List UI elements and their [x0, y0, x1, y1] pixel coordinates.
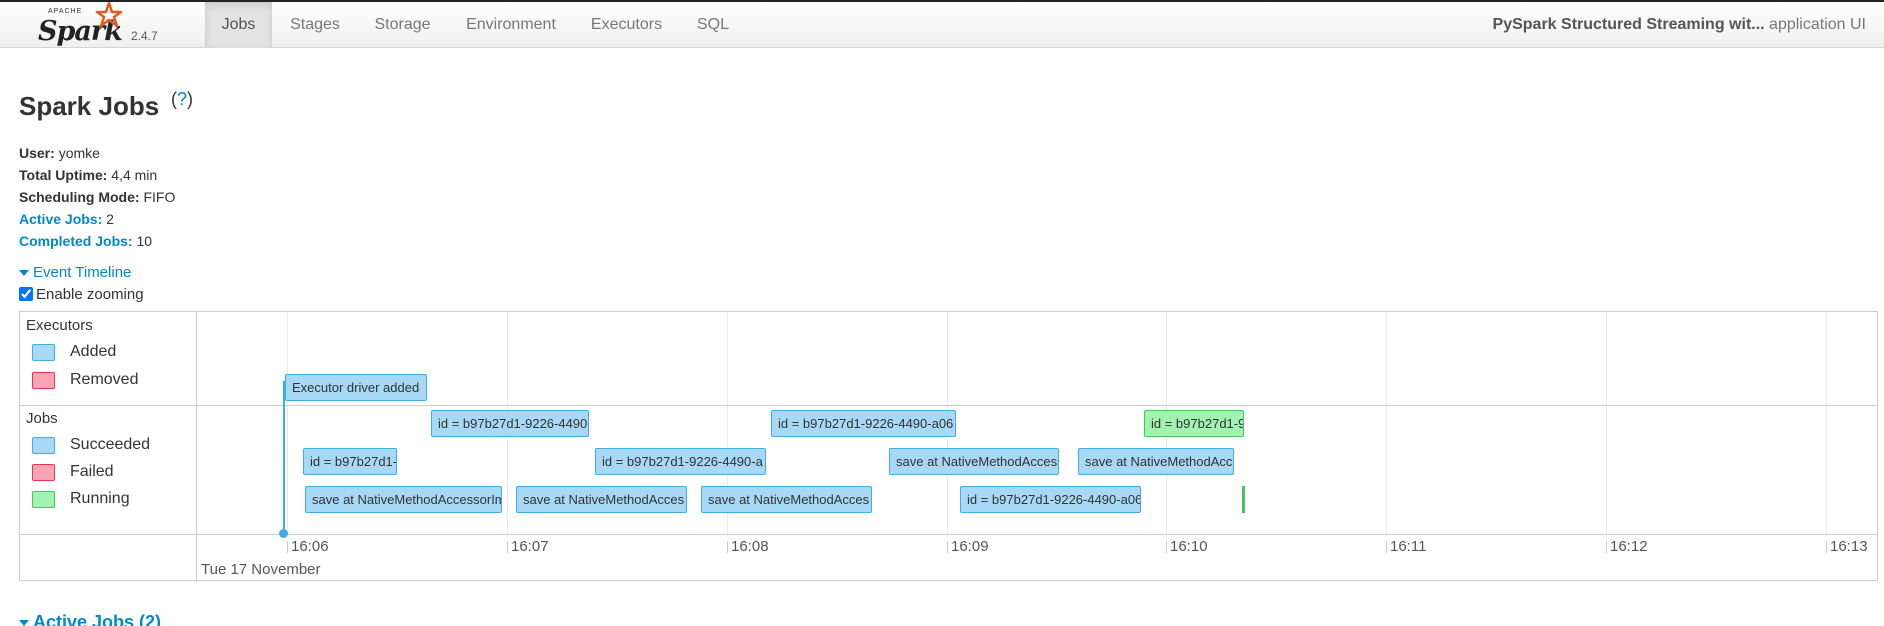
axis-tick [1386, 541, 1387, 553]
job-bar[interactable]: id = b97b27d1-9226-4490 [431, 410, 589, 437]
tab-environment[interactable]: Environment [447, 2, 575, 48]
failed-swatch [32, 464, 55, 481]
legend-added-label: Added [70, 343, 117, 360]
tab-storage[interactable]: Storage [358, 2, 447, 48]
legend-succeeded-label: Succeeded [70, 436, 151, 453]
spark-star-icon [96, 2, 122, 28]
job-bar[interactable]: id = b97b27d1-9226-4490-a06 [771, 410, 956, 437]
tab-jobs[interactable]: Jobs [205, 2, 272, 48]
axis-tick [947, 541, 948, 553]
user-label: User: [19, 145, 55, 161]
axis-tick [1606, 541, 1607, 553]
axis-label: 16:11 [1390, 538, 1427, 555]
app-name-bold: PySpark Structured Streaming wit... [1492, 16, 1765, 33]
event-timeline-label: Event Timeline [33, 264, 132, 281]
grid-line [287, 312, 288, 535]
axis-label: 16:08 [731, 538, 769, 555]
user-value: yomke [58, 145, 100, 161]
completed-jobs-link[interactable]: Completed Jobs: [19, 233, 133, 249]
added-swatch [32, 344, 55, 361]
active-jobs-heading[interactable]: Active Jobs (2) [19, 612, 161, 626]
scheduling-mode-value: FIFO [143, 189, 176, 205]
axis-label: 16:10 [1170, 538, 1208, 555]
completed-jobs-count: 10 [136, 233, 153, 249]
event-timeline[interactable]: Executors Added Removed Jobs Succeeded F… [19, 311, 1878, 582]
job-bar[interactable]: save at NativeMethodAccess [889, 448, 1059, 475]
axis-tick [727, 541, 728, 553]
job-bar[interactable]: id = b97b27d1-9226-4490-a06 [960, 486, 1141, 513]
group-divider [20, 405, 1877, 406]
axis-label: 16:07 [511, 538, 549, 555]
legend-removed-label: Removed [70, 371, 139, 388]
axis-date: Tue 17 November [201, 561, 321, 578]
event-timeline-toggle[interactable]: Event Timeline [19, 264, 131, 281]
axis-label: 16:06 [291, 538, 329, 555]
axis-tick [1826, 541, 1827, 553]
succeeded-swatch [32, 437, 55, 454]
job-bar[interactable]: save at NativeMethodAccessorIm [305, 486, 502, 513]
removed-swatch [32, 372, 55, 389]
grid-line [1826, 312, 1827, 535]
enable-zooming[interactable]: Enable zooming [19, 286, 144, 303]
axis-label: 16:13 [1830, 538, 1868, 555]
axis-divider [20, 534, 1877, 535]
page-title: Spark Jobs [19, 91, 160, 121]
axis-tick [287, 541, 288, 553]
enable-zooming-checkbox[interactable] [19, 287, 33, 301]
active-jobs-link[interactable]: Active Jobs: [19, 211, 102, 227]
caret-down-icon [19, 620, 29, 626]
spark-logo[interactable]: APACHE Spark 2.4.7 [38, 2, 168, 47]
application-name: PySpark Structured Streaming wit... appl… [1493, 2, 1866, 48]
help-icon[interactable]: ? [177, 89, 187, 109]
running-swatch [32, 491, 55, 508]
axis-tick [1166, 541, 1167, 553]
spark-version: 2.4.7 [131, 29, 158, 43]
job-bar[interactable]: save at NativeMethodAcces [516, 486, 687, 513]
axis-label: 16:12 [1610, 538, 1648, 555]
help-link[interactable]: (?) [171, 89, 193, 110]
executor-driver-added-event[interactable]: Executor driver added [285, 374, 427, 401]
app-name-suffix: application UI [1764, 16, 1866, 33]
legend-failed-label: Failed [70, 463, 114, 480]
job-bar[interactable]: id = b97b27d1-9226-4490-a [595, 448, 766, 475]
job-summary: User: yomke Total Uptime: 4,4 min Schedu… [19, 142, 175, 252]
job-bar-running-indicator[interactable] [1242, 486, 1245, 513]
active-jobs-heading-label: Active Jobs (2) [33, 612, 162, 626]
scheduling-mode-label: Scheduling Mode: [19, 189, 140, 205]
caret-down-icon [19, 270, 29, 277]
job-bar-running[interactable]: id = b97b27d1-9 [1144, 410, 1244, 437]
active-jobs-count: 2 [106, 211, 114, 227]
uptime-value: 4,4 min [111, 167, 158, 183]
job-bar[interactable]: save at NativeMethodAcces [701, 486, 872, 513]
executor-added-marker [283, 381, 285, 534]
uptime-label: Total Uptime: [19, 167, 108, 183]
tab-sql[interactable]: SQL [678, 2, 748, 48]
executor-added-dot [279, 529, 288, 538]
brand-apache: APACHE [48, 8, 83, 15]
label-divider [196, 312, 197, 582]
tab-stages[interactable]: Stages [272, 2, 358, 48]
job-bar[interactable]: id = b97b27d1- [303, 448, 397, 475]
axis-tick [507, 541, 508, 553]
navbar: APACHE Spark 2.4.7 Jobs Stages Storage E… [0, 2, 1884, 48]
jobs-group-label: Jobs [26, 410, 58, 427]
tab-executors[interactable]: Executors [575, 2, 678, 48]
executors-group-label: Executors [26, 317, 93, 334]
enable-zooming-label: Enable zooming [36, 286, 144, 303]
job-bar[interactable]: save at NativeMethodAcc [1078, 448, 1234, 475]
axis-label: 16:09 [951, 538, 989, 555]
grid-line [1386, 312, 1387, 535]
grid-line [1606, 312, 1607, 535]
legend-running-label: Running [70, 490, 130, 507]
